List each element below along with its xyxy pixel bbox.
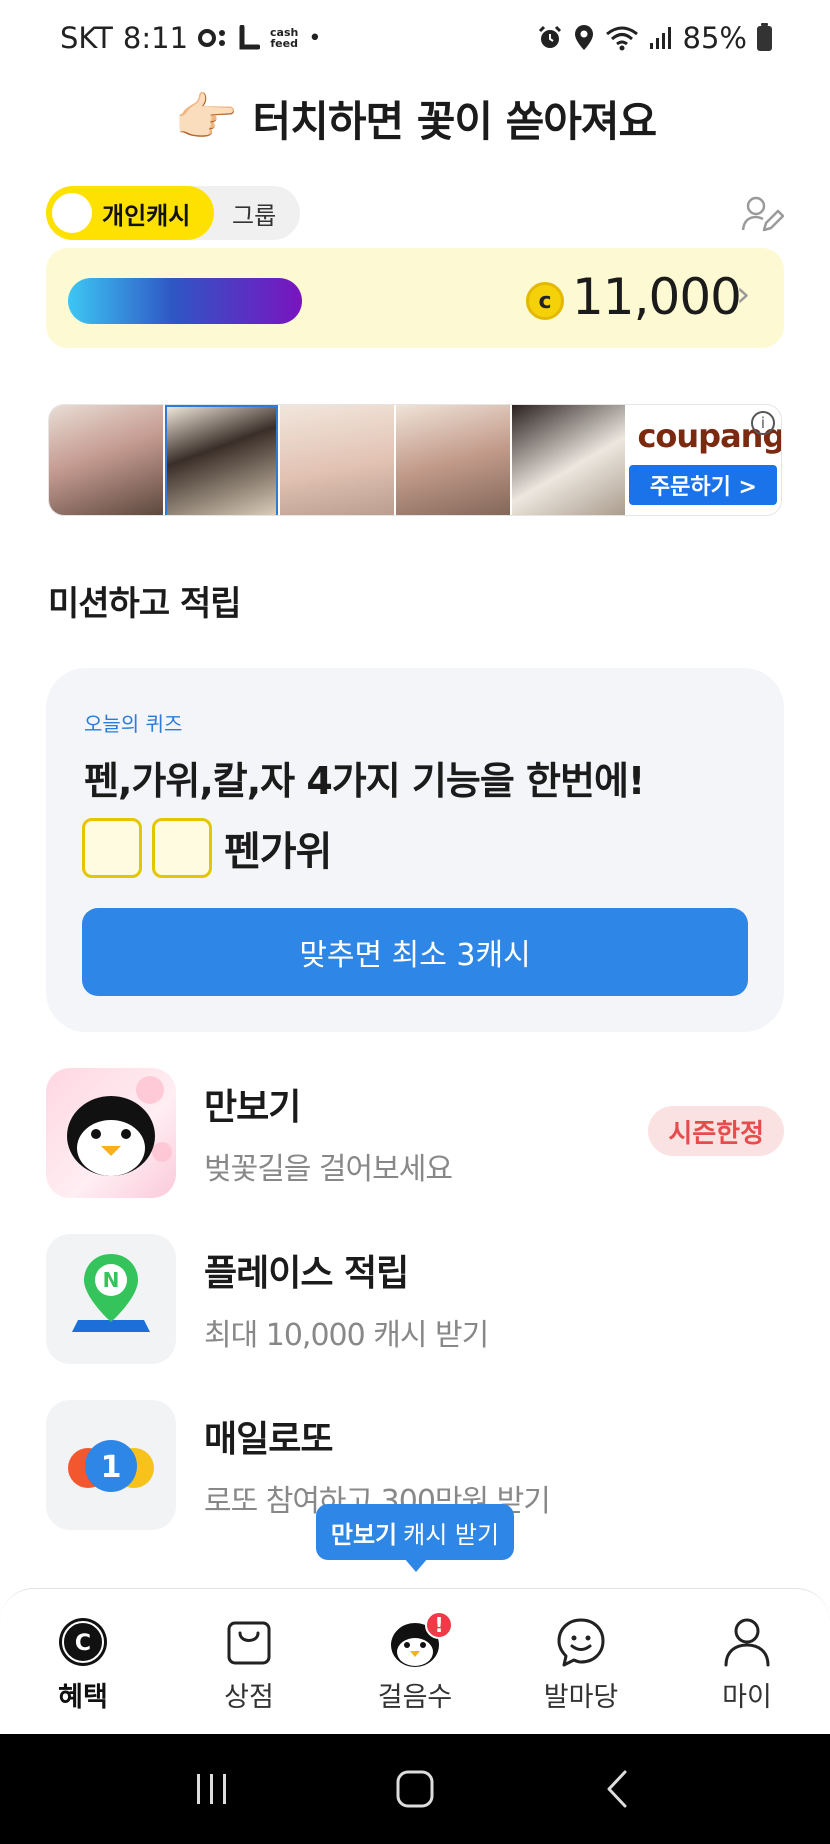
notification-dot: • [308, 25, 322, 51]
event-banner[interactable]: 👉🏻 터치하면 꽃이 쏟아져요 [0, 80, 830, 156]
svg-text:1: 1 [101, 1450, 122, 1485]
cash-coin-icon: c [526, 282, 564, 320]
mission-subtitle: 최대 10,000 캐시 받기 [204, 1318, 489, 1353]
quiz-label: 오늘의 퀴즈 [84, 712, 183, 736]
recent-apps-icon[interactable] [187, 1764, 237, 1814]
l-icon [239, 25, 261, 50]
status-bar-right: 85% [537, 21, 772, 55]
cash-coin-icon: C [59, 1618, 107, 1666]
ad-product-image[interactable] [164, 405, 279, 515]
nav-my[interactable]: 마이 [677, 1615, 817, 1734]
nav-steps[interactable]: ! 걸음수 [345, 1611, 485, 1734]
home-icon[interactable] [390, 1764, 440, 1814]
quiz-answer-row: 펜가위 [82, 818, 332, 878]
lotto-icon: 1 [46, 1400, 176, 1530]
location-icon [574, 25, 593, 50]
chevron-right-icon: › [736, 274, 751, 315]
wifi-icon [605, 26, 638, 51]
tooltip-bold: 만보기 [330, 1520, 398, 1549]
battery-percent: 85% [682, 21, 747, 55]
svg-text:C: C [75, 1631, 91, 1656]
nav-label: 걸음수 [377, 1682, 453, 1713]
mission-item-pedometer[interactable]: 만보기 벚꽃길을 걸어보세요 시즌한정 [46, 1068, 784, 1200]
alert-badge: ! [425, 1611, 453, 1639]
pedometer-tooltip[interactable]: 만보기 캐시 받기 [316, 1504, 514, 1572]
order-button[interactable]: 주문하기 > [629, 465, 778, 505]
svg-text:N: N [103, 1268, 120, 1292]
shopping-bag-icon [227, 1621, 271, 1665]
quiz-question: 펜,가위,칼,자 4가지 기능을 한번에! [84, 759, 645, 803]
ad-product-image[interactable] [396, 405, 510, 515]
tooltip-text: 캐시 받기 [403, 1520, 500, 1549]
quiz-answer-box[interactable] [82, 818, 142, 878]
ad-product-image[interactable] [49, 405, 163, 515]
toggle-personal-cash[interactable]: 개인캐시 [46, 186, 214, 240]
quiz-hint: 펜가위 [224, 829, 332, 875]
ad-product-image[interactable] [511, 405, 626, 515]
cash-balance-card[interactable]: c 11,000 › [46, 248, 784, 348]
chat-smile-icon [557, 1618, 605, 1667]
nav-community[interactable]: 발마당 [511, 1615, 651, 1734]
nav-label: 상점 [224, 1682, 274, 1713]
toggle-group[interactable]: 그룹 [232, 196, 276, 231]
nav-store[interactable]: 상점 [179, 1615, 319, 1734]
toggle-knob [52, 193, 92, 233]
section-title: 미션하고 적립 [48, 584, 242, 624]
naver-place-icon: N [46, 1234, 176, 1364]
person-icon [724, 1618, 770, 1667]
signal-icon [649, 27, 671, 49]
back-icon[interactable] [593, 1764, 643, 1814]
daily-quiz-card: 오늘의 퀴즈 펜,가위,칼,자 4가지 기능을 한번에! 펜가위 맞추면 최소 … [46, 668, 784, 1032]
toggle-personal-label: 개인캐시 [102, 201, 191, 230]
quiz-submit-button[interactable]: 맞추면 최소 3캐시 [82, 908, 748, 996]
alarm-icon [538, 25, 561, 48]
nav-label: 발마당 [543, 1682, 619, 1713]
season-limited-badge: 시즌한정 [648, 1106, 784, 1156]
mission-title: 매일로또 [204, 1419, 333, 1460]
nav-label: 마이 [722, 1682, 772, 1713]
cash-gradient-bar [68, 278, 302, 324]
coupang-ad-banner[interactable]: coupang i 주문하기 > [48, 404, 782, 516]
ad-brand-panel[interactable]: coupang i 주문하기 > [627, 405, 781, 515]
status-bar: SKT 8:11 cash feed • 85% [0, 0, 830, 76]
nav-label: 혜택 [58, 1682, 108, 1713]
penguin-icon [46, 1068, 176, 1198]
mission-subtitle: 벚꽃길을 걸어보세요 [204, 1152, 453, 1187]
system-navigation-bar [0, 1734, 830, 1844]
cashfeed-icon: cash feed [270, 26, 299, 50]
status-bar-left: SKT 8:11 cash feed • [60, 21, 321, 55]
nav-benefits[interactable]: C 혜택 [13, 1615, 153, 1734]
cash-balance: 11,000 [572, 268, 742, 326]
ad-product-image[interactable] [280, 405, 395, 515]
mission-title: 만보기 [204, 1087, 301, 1128]
mission-item-place[interactable]: N 플레이스 적립 최대 10,000 캐시 받기 [46, 1234, 784, 1366]
carrier-label: SKT [60, 21, 113, 55]
cash-type-toggle[interactable]: 개인캐시 그룹 [46, 186, 300, 240]
o-icon [198, 29, 226, 47]
clock: 8:11 [122, 21, 189, 55]
bottom-navigation: C 혜택 상점 ! 걸음수 발마당 마이 [0, 1588, 830, 1734]
info-icon[interactable]: i [751, 411, 776, 435]
quiz-answer-box[interactable] [152, 818, 212, 878]
event-banner-title: 터치하면 꽃이 쏟아져요 [252, 96, 658, 146]
battery-icon [757, 22, 772, 51]
pointing-hand-icon: 👉🏻 [173, 88, 239, 148]
edit-profile-icon[interactable] [740, 192, 784, 236]
mission-title: 플레이스 적립 [204, 1253, 409, 1294]
